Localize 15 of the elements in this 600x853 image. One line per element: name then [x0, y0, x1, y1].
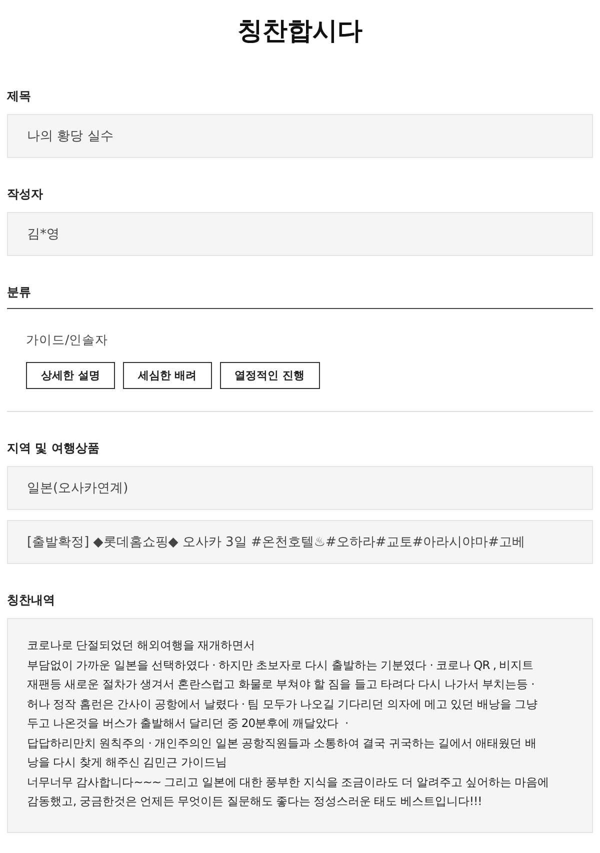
field-label: 작성자 — [7, 186, 43, 202]
field-value: 나의 황당 실수 — [7, 114, 593, 158]
category-tag: 상세한 설명 — [26, 362, 115, 389]
field-value: [출발확정] ◆롯데홈쇼핑◆ 오사카 3일 #온천호텔♨#오하라#교토#아라시야마#고베 — [7, 520, 593, 564]
page-title: 칭찬합시다 — [236, 15, 364, 47]
category-tag: 세심한 배려 — [122, 362, 212, 389]
field-value: 일본(오사카연계) — [7, 466, 593, 510]
category-group: 가이드/인솔자 — [26, 332, 108, 349]
section-label: 지역 및 여행상품 — [7, 440, 100, 456]
praise-text: 코로나로 단절되었던 해외여행을 재개하면서 부담없이 가까운 일본을 선택하였다 · 하지만 초보자로 다시 출발하는 기분였다 · 코로나 QR , 비지트 재팬등 새로운 절차가 생겨서 혼란스럽고 화물로 부쳐야 할 짐을 들고 타려다 다시 나가서 부치는등 · 허나 정작 홈런은 간사이 공항에서 날렸다 · 팀 모두가 나오길 기다리던 의자에 메고 있던 배낭을 그냥 두고 나온것을 버스가 출발해서 달리던 중 20분후에 깨달았다 · 답답하리만치 원칙주의 · 개인주의인 일본 공항직원들과 소통하여 결국 귀국하는 길에서 애태웠던 배 낭을 다시 찾게 해주신 김민근 가이드님 너무너무 감사합니다~~~ 그리고 일본에 대한 풍부한 지식을 조금이라도 더 알려주고 싶어하는 마음에 감동했고, 궁금한것은 언제든 무엇이든 질문해도 좋다는 정성스러운 태도 베스트입니다!!! — [7, 618, 593, 832]
section-label: 분류 — [7, 284, 593, 309]
field-label: 제목 — [7, 88, 31, 104]
category-tag: 열정적인 진행 — [220, 362, 320, 389]
field-value: 김*영 — [7, 212, 593, 256]
section-label: 칭찬내역 — [7, 592, 55, 608]
